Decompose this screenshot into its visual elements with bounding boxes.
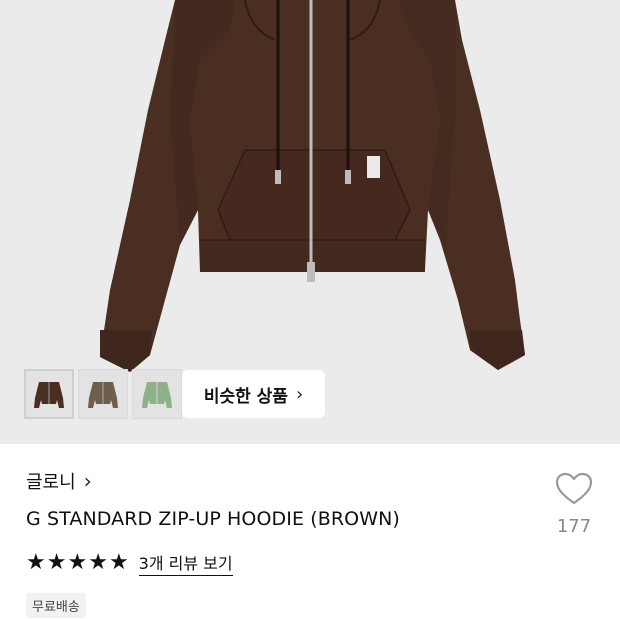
similar-products-button[interactable]: 비슷한 상품 ›	[182, 370, 325, 418]
thumbnail-taupe[interactable]	[78, 369, 128, 419]
like-button[interactable]: 177	[552, 472, 596, 537]
hoodie-thumbnail-icon	[88, 382, 118, 408]
hoodie-thumbnail-icon	[142, 382, 172, 408]
star-icon: ★	[108, 550, 129, 575]
like-count: 177	[556, 516, 592, 537]
thumbnail-sage[interactable]	[132, 369, 182, 419]
thumbnail-brown[interactable]	[24, 369, 74, 419]
rating-row: ★ ★ ★ ★ ★ 3개 리뷰 보기	[26, 550, 233, 576]
star-icon: ★	[46, 550, 67, 575]
hoodie-thumbnail-icon	[34, 382, 64, 408]
product-image-area: 비슷한 상품 ›	[0, 0, 620, 444]
heart-icon	[555, 472, 593, 505]
brand-link[interactable]: 글로니 ›	[26, 468, 92, 494]
star-icon: ★	[67, 550, 88, 575]
review-link[interactable]: 3개 리뷰 보기	[138, 550, 233, 576]
star-icon: ★	[26, 550, 46, 575]
star-rating: ★ ★ ★ ★ ★	[26, 552, 129, 574]
thumbnail-strip	[24, 369, 182, 419]
chevron-right-icon: ›	[295, 383, 304, 405]
product-title: G STANDARD ZIP-UP HOODIE (BROWN)	[26, 508, 400, 530]
star-icon: ★	[88, 550, 108, 575]
brand-name: 글로니	[26, 472, 76, 493]
similar-products-label: 비슷한 상품	[203, 386, 288, 407]
chevron-right-icon: ›	[83, 469, 92, 493]
free-shipping-badge: 무료배송	[26, 593, 86, 618]
